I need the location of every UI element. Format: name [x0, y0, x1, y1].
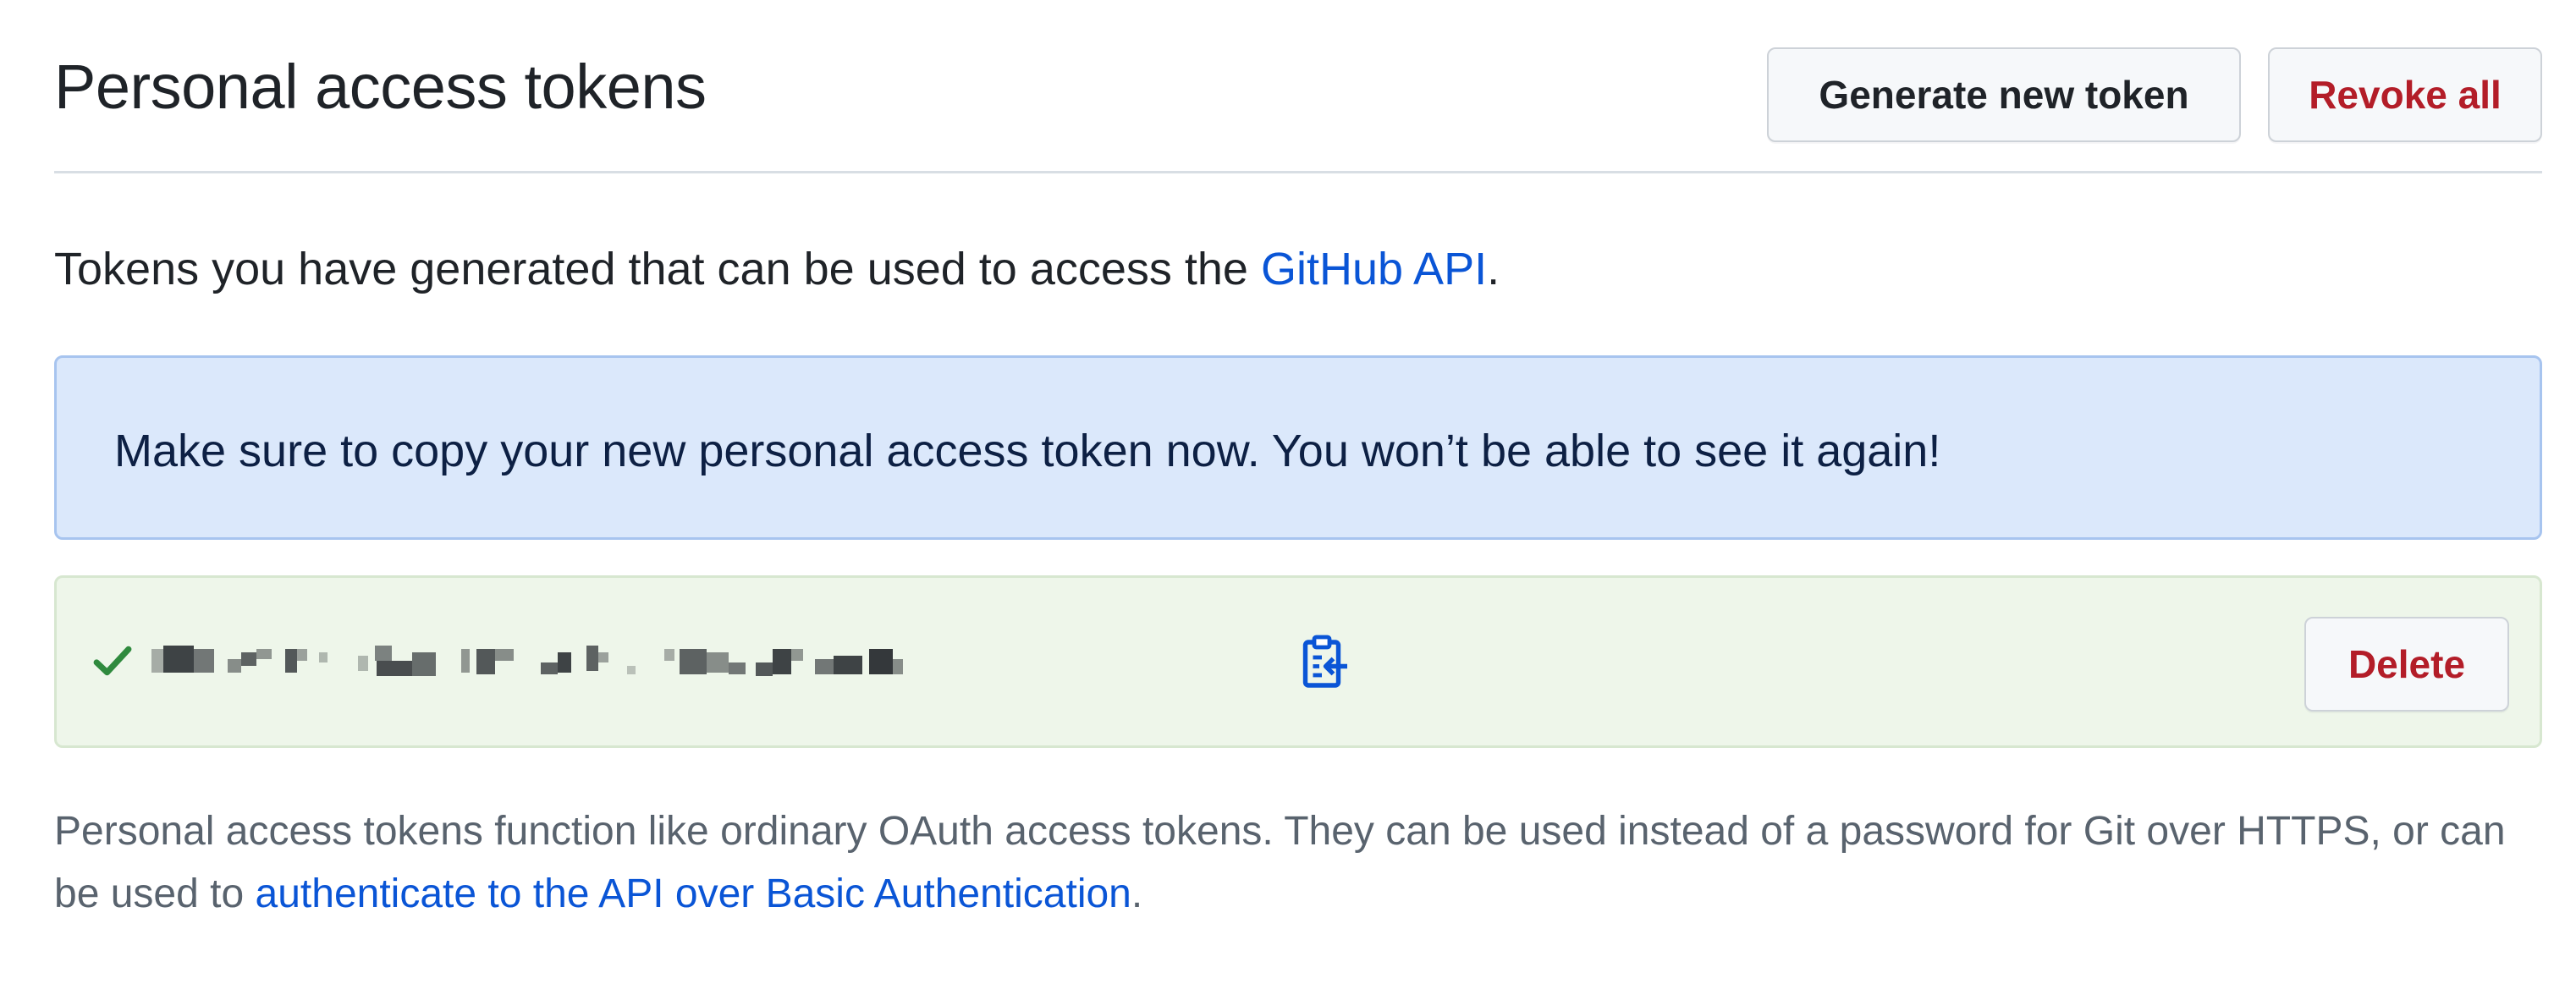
flash-notice: Make sure to copy your new personal acce… — [54, 355, 2542, 540]
page-title: Personal access tokens — [54, 52, 707, 122]
github-api-link[interactable]: GitHub API — [1261, 244, 1487, 294]
clipboard-copy-icon[interactable] — [1294, 632, 1355, 693]
check-icon — [93, 646, 132, 676]
footnote-text: Personal access tokens function like ord… — [54, 800, 2559, 926]
revoke-all-button[interactable]: Revoke all — [2268, 47, 2542, 142]
new-token-row: Delete — [54, 575, 2542, 748]
generate-new-token-button[interactable]: Generate new token — [1767, 47, 2241, 142]
page-header: Personal access tokens Generate new toke… — [54, 34, 2542, 142]
token-value[interactable] — [148, 615, 1333, 717]
basic-auth-link[interactable]: authenticate to the API over Basic Authe… — [256, 871, 1131, 916]
flash-message: Make sure to copy your new personal acce… — [114, 426, 1941, 476]
footnote-text-after: . — [1131, 871, 1143, 916]
intro-text: Tokens you have generated that can be us… — [54, 242, 1500, 297]
header-divider — [54, 171, 2542, 173]
token-pixelated-mask — [151, 646, 903, 676]
delete-token-button[interactable]: Delete — [2304, 617, 2509, 712]
intro-text-after: . — [1487, 244, 1500, 294]
intro-text-before: Tokens you have generated that can be us… — [54, 244, 1261, 294]
